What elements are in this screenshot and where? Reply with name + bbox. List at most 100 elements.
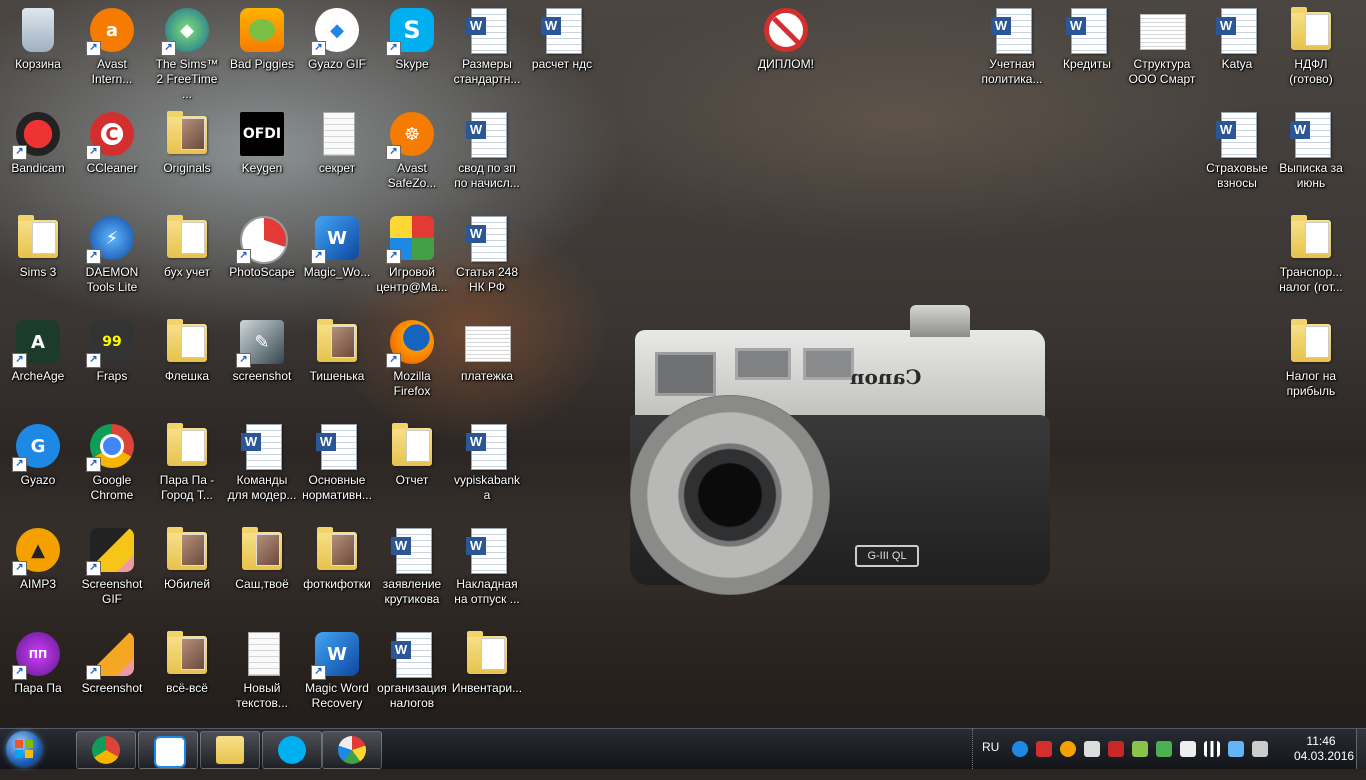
- folder-icon: [167, 215, 207, 258]
- desktop-icon-bad-piggies[interactable]: Bad Piggies: [224, 0, 300, 100]
- taskbar-explorer-button[interactable]: [200, 731, 260, 769]
- usb-tray-icon[interactable]: [1180, 741, 1196, 757]
- desktop-icon-nakladnaya[interactable]: W Накладная на отпуск ...: [449, 520, 525, 620]
- desktop-icon-buh-uchet[interactable]: бух учет: [149, 208, 225, 308]
- taskbar-gyazo-button[interactable]: [138, 731, 198, 769]
- language-indicator[interactable]: RU: [982, 740, 999, 780]
- desktop-icon-firefox[interactable]: ↗ Mozilla Firefox: [374, 312, 450, 412]
- desktop-icon-sims2[interactable]: ◆ ↗ The Sims™ 2 FreeTime ...: [149, 0, 225, 101]
- desktop-icon-katya[interactable]: W Katya: [1199, 0, 1275, 100]
- desktop-icon-komandy[interactable]: W Команды для модер...: [224, 416, 300, 516]
- desktop-icon-new-text[interactable]: Новый текстов...: [224, 624, 300, 724]
- desktop-icon-vypiskabanka[interactable]: W vypiskabanka: [449, 416, 525, 516]
- desktop-icon-statya-248[interactable]: W Статья 248 НК РФ: [449, 208, 525, 308]
- network-tray-icon[interactable]: [1228, 741, 1244, 757]
- desktop-icon-nalog-pribyl[interactable]: Налог на прибыль: [1273, 312, 1349, 412]
- word-document-icon: W: [316, 424, 357, 470]
- word-document-icon: W: [541, 8, 582, 54]
- camera-brand: Canon: [850, 365, 922, 389]
- volume-icon[interactable]: [1252, 741, 1268, 757]
- desktop-icon-strahovye[interactable]: W Страховые взносы: [1199, 104, 1275, 204]
- desktop-icon-gyazo-gif[interactable]: ◆ ↗ Gyazo GIF: [299, 0, 375, 100]
- word-document-icon: W: [241, 424, 282, 470]
- desktop-icon-archeage[interactable]: A ↗ ArcheAge: [0, 312, 76, 412]
- desktop-icon-photoscape[interactable]: ↗ PhotoScape: [224, 208, 300, 308]
- desktop-icon-daemon-tools[interactable]: ⚡ ↗ DAEMON Tools Lite: [74, 208, 150, 308]
- desktop-icon-platezhka[interactable]: платежка: [449, 312, 525, 412]
- desktop-icon-struktura[interactable]: Структура ООО Смарт: [1124, 0, 1200, 100]
- desktop-icon-vypiska-iyun[interactable]: W Выписка за июнь: [1273, 104, 1349, 204]
- shortcut-arrow-icon: ↗: [86, 41, 101, 56]
- desktop-icon-sekret[interactable]: секрет: [299, 104, 375, 204]
- desktop-icon-avast-internet[interactable]: a ↗ Avast Intern...: [74, 0, 150, 100]
- desktop-icon-razmery[interactable]: W Размеры стандартн...: [449, 0, 525, 100]
- taskbar-skype-button[interactable]: [262, 731, 322, 769]
- desktop-icon-google-chrome[interactable]: ↗ Google Chrome: [74, 416, 150, 516]
- desktop-icon-tishenka[interactable]: Тишенька: [299, 312, 375, 412]
- desktop-icon-magic-word-recovery[interactable]: W ↗ Magic Word Recovery: [299, 624, 375, 724]
- desktop-icon-fotkifotki[interactable]: фоткифотки: [299, 520, 375, 620]
- shortcut-arrow-icon: ↗: [161, 41, 176, 56]
- folder-icon: [242, 527, 282, 570]
- camera-knob: [910, 305, 970, 337]
- signal-tray-icon[interactable]: [1204, 741, 1220, 757]
- desktop-icon-avast-safezone[interactable]: ☸ ↗ Avast SafeZo...: [374, 104, 450, 204]
- keygen-icon: OFDI: [240, 112, 284, 156]
- desktop-icon-zayavlenie[interactable]: W заявление крутикова: [374, 520, 450, 620]
- shortcut-arrow-icon: ↗: [386, 145, 401, 160]
- desktop-icon-aimp3[interactable]: ▲ ↗ AIMP3: [0, 520, 76, 620]
- desktop-icon-otchet[interactable]: Отчет: [374, 416, 450, 516]
- desktop-icon-sims3[interactable]: Sims 3: [0, 208, 76, 308]
- desktop-icon-fraps[interactable]: 99 ↗ Fraps: [74, 312, 150, 412]
- desktop-icon-ccleaner[interactable]: C ↗ CCleaner: [74, 104, 150, 204]
- desktop-icon-para-pa[interactable]: ПП ↗ Пара Па: [0, 624, 76, 724]
- desktop-icon-ndfl[interactable]: НДФЛ (готово): [1273, 0, 1349, 100]
- word-document-icon: W: [991, 8, 1032, 54]
- desktop-icon-recycle-bin[interactable]: Корзина: [0, 0, 76, 100]
- nvidia-tray-icon[interactable]: [1156, 741, 1172, 757]
- desktop-icon-yubiley[interactable]: Юбилей: [149, 520, 225, 620]
- desktop-icon-transport[interactable]: Транспор... налог (гот...: [1273, 208, 1349, 308]
- desktop-icon-keygen[interactable]: OFDI Keygen: [224, 104, 300, 204]
- desktop-icon-magic-wo[interactable]: W ↗ Magic_Wo...: [299, 208, 375, 308]
- ccleaner-tray-icon[interactable]: [1036, 741, 1052, 757]
- aimp-tray-icon[interactable]: [1060, 741, 1076, 757]
- desktop-icon-vse-vse[interactable]: всё-всё: [149, 624, 225, 724]
- desktop-icon-screenshot-gif[interactable]: ↗ Screenshot GIF: [74, 520, 150, 620]
- vk-tray-icon[interactable]: [1084, 741, 1100, 757]
- shortcut-arrow-icon: ↗: [386, 249, 401, 264]
- box-tray-icon[interactable]: [1132, 741, 1148, 757]
- desktop-icon-inventari[interactable]: Инвентари...: [449, 624, 525, 724]
- desktop-icon-para-pa-gorod[interactable]: Пара Па - Город Т...: [149, 416, 225, 516]
- desktop-icon-bandicam[interactable]: ↗ Bandicam: [0, 104, 76, 204]
- gyazo-tray-icon[interactable]: [1012, 741, 1028, 757]
- shortcut-arrow-icon: ↗: [386, 353, 401, 368]
- desktop-icon-screenshot-app[interactable]: ✎ ↗ screenshot: [224, 312, 300, 412]
- desktop-icon-screenshot[interactable]: ↗ Screenshot: [74, 624, 150, 724]
- camera-badge: G-III QL: [855, 545, 919, 567]
- desktop-icon-diplom[interactable]: ДИПЛОМ!: [748, 0, 824, 100]
- desktop-icon-gyazo[interactable]: G ↗ Gyazo: [0, 416, 76, 516]
- clock[interactable]: 11:46 04.03.2016: [1294, 734, 1354, 764]
- desktop-icon-kredity[interactable]: W Кредиты: [1049, 0, 1125, 100]
- desktop-icon-sash-tvoe[interactable]: Саш,твоё: [224, 520, 300, 620]
- windows-logo-icon: [15, 740, 33, 758]
- desktop-icon-svod[interactable]: W свод по зп по начисл...: [449, 104, 525, 204]
- desktop-icon-igrovoy-centr[interactable]: ↗ Игровой центр@Ма...: [374, 208, 450, 308]
- taskbar-chrome-button[interactable]: [76, 731, 136, 769]
- folder-icon: [18, 215, 58, 258]
- show-desktop-button[interactable]: [1356, 729, 1366, 769]
- taskbar-paint-button[interactable]: [322, 731, 382, 769]
- bandicam-tray-icon[interactable]: [1108, 741, 1124, 757]
- folder-icon: [467, 631, 507, 674]
- shortcut-arrow-icon: ↗: [86, 145, 101, 160]
- desktop-icon-fleshka[interactable]: Флешка: [149, 312, 225, 412]
- desktop-icon-organizaciya[interactable]: W организация налогов: [374, 624, 450, 724]
- word-document-icon: W: [1216, 8, 1257, 54]
- desktop-icon-uchetnaya-politika[interactable]: W Учетная политика...: [974, 0, 1050, 100]
- desktop-icon-osnovnye[interactable]: W Основные нормативн...: [299, 416, 375, 516]
- start-button[interactable]: [6, 731, 42, 767]
- desktop-icon-skype[interactable]: S ↗ Skype: [374, 0, 450, 100]
- desktop-icon-raschet-nds[interactable]: W расчет ндс: [524, 0, 600, 100]
- desktop-icon-originals[interactable]: Originals: [149, 104, 225, 204]
